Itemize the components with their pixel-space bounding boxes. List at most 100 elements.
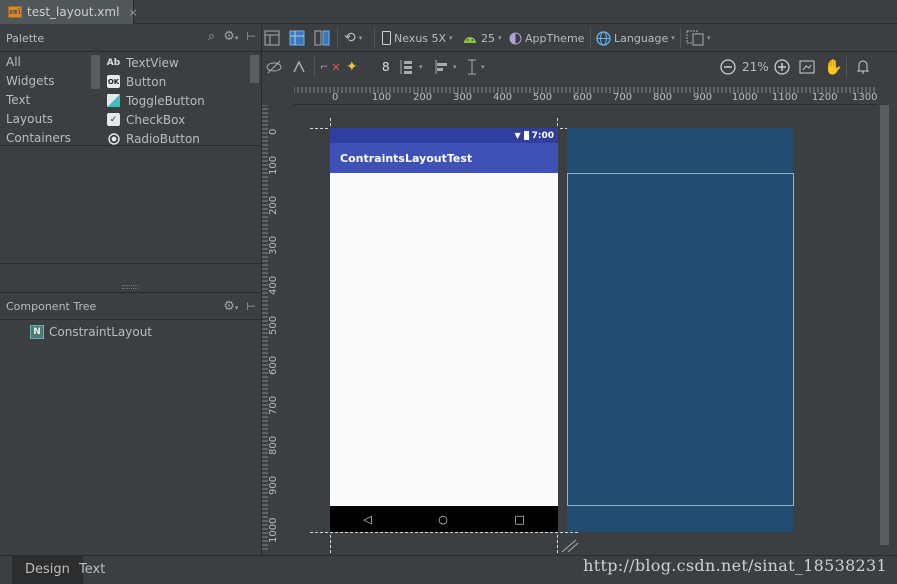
- pan-hand-button[interactable]: ✋: [824, 56, 843, 78]
- palette-item-label: CheckBox: [126, 112, 186, 127]
- both-views-icon[interactable]: [314, 27, 330, 49]
- orientation-icon[interactable]: ⟲ ▾: [344, 27, 362, 49]
- warnings-button[interactable]: [856, 56, 870, 78]
- palette-item-label: TextView: [126, 55, 179, 70]
- api-level-selector[interactable]: 25 ▾: [462, 27, 502, 49]
- app-bar: ContraintsLayoutTest: [330, 143, 558, 173]
- android-icon: [464, 37, 476, 43]
- canvas-guide-bottom: [310, 532, 578, 533]
- canvas-vertical-scrollbar[interactable]: [880, 105, 889, 545]
- palette-items: Ab TextView OK Button ToggleButton ✓ Che…: [104, 53, 254, 146]
- palette-item-togglebutton[interactable]: ToggleButton: [104, 91, 254, 110]
- palette-item-label: RadioButton: [126, 131, 200, 146]
- blueprint-view-icon[interactable]: [289, 27, 305, 49]
- search-icon[interactable]: ⌕: [208, 29, 215, 44]
- ruler-tick-label: 800: [268, 435, 279, 455]
- clear-constraints-icon[interactable]: ⌐ ✕: [320, 56, 341, 78]
- pin-panel-icon[interactable]: ⊢: [246, 30, 256, 43]
- hand-icon: ✋: [824, 58, 843, 76]
- ruler-tick-label: 200: [413, 92, 433, 103]
- palette-divider: [0, 145, 262, 146]
- pack-icon[interactable]: ▾: [400, 56, 423, 78]
- palette-item-button[interactable]: OK Button: [104, 72, 254, 91]
- device-label: Nexus 5X: [394, 31, 447, 45]
- file-tab-name: test_layout.xml: [27, 5, 120, 19]
- palette-item-checkbox[interactable]: ✓ CheckBox: [104, 110, 254, 129]
- textview-icon: Ab: [106, 57, 121, 68]
- palette-item-label: ToggleButton: [126, 93, 205, 108]
- home-icon: ○: [438, 512, 448, 526]
- ruler-tick-label: 1000: [732, 92, 758, 103]
- tree-item-constraintlayout[interactable]: N ConstraintLayout: [30, 322, 152, 342]
- ruler-tick-label: 1200: [812, 92, 838, 103]
- palette-category-all[interactable]: All: [0, 53, 100, 72]
- ruler-tick-label: 400: [493, 92, 513, 103]
- theme-icon: [509, 32, 522, 44]
- battery-icon: [523, 131, 529, 140]
- watermark-text: http://blog.csdn.net/sinat_18538231: [583, 556, 887, 575]
- ruler-tick-label: 200: [268, 195, 279, 215]
- status-time: 7:00: [531, 130, 554, 141]
- zoom-to-fit-button[interactable]: [799, 56, 815, 78]
- palette-item-textview[interactable]: Ab TextView: [104, 53, 254, 72]
- zoom-fit-icon: [799, 60, 815, 74]
- hide-constraints-icon[interactable]: [266, 56, 282, 78]
- file-tab[interactable]: xml test_layout.xml ×: [0, 0, 138, 24]
- component-tree-title: Component Tree: [6, 300, 97, 313]
- constraintlayout-icon: N: [30, 325, 44, 339]
- ruler-tick-label: 600: [268, 355, 279, 375]
- ruler-tick-label: 1300: [852, 92, 878, 103]
- ruler-tick-label: 300: [453, 92, 473, 103]
- theme-selector[interactable]: AppTheme: [509, 27, 584, 49]
- ruler-tick-label: 100: [268, 155, 279, 175]
- palette-category-widgets[interactable]: Widgets: [0, 72, 100, 91]
- palette-title: Palette: [6, 31, 45, 45]
- palette-categories: All Widgets Text Layouts Containers: [0, 53, 100, 145]
- blueprint-content-area: [567, 173, 794, 506]
- palette-header: Palette ⌕ ⚙▾ ⊢: [0, 25, 262, 52]
- ruler-tick-label: 600: [573, 92, 593, 103]
- zoom-label: 21%: [742, 60, 769, 74]
- language-selector[interactable]: Language ▾: [596, 27, 675, 49]
- layout-toolbar: ⟲ ▾ Nexus 5X ▾ 25 ▾ AppTheme Language ▾ ▾: [262, 25, 897, 52]
- phone-icon: [382, 31, 391, 45]
- infer-constraints-icon[interactable]: ✦: [346, 56, 358, 78]
- ruler-tick-label: 400: [268, 275, 279, 295]
- ruler-tick-label: 1100: [772, 92, 798, 103]
- ruler-tick-label: 100: [372, 92, 392, 103]
- design-view-icon[interactable]: [264, 27, 280, 49]
- device-selector[interactable]: Nexus 5X ▾: [382, 27, 453, 49]
- zoom-in-icon: [774, 59, 790, 75]
- ruler-tick-label: 700: [613, 92, 633, 103]
- ruler-tick-label: 0: [268, 128, 279, 135]
- palette-categories-scrollbar[interactable]: [91, 55, 100, 89]
- togglebutton-icon: [107, 94, 120, 107]
- ruler-tick-label: 1000: [268, 517, 279, 543]
- device-preview[interactable]: ▼ 7:00 ContraintsLayoutTest ◁ ○ □: [330, 128, 558, 532]
- gear-icon[interactable]: ⚙▾: [223, 299, 238, 314]
- ruler-tick-label: 800: [653, 92, 673, 103]
- resize-handle-icon[interactable]: [560, 538, 580, 554]
- zoom-level: 21%: [742, 56, 769, 78]
- default-margin-button[interactable]: 8: [382, 56, 390, 78]
- align-icon[interactable]: ▾: [434, 56, 457, 78]
- default-margin-label: 8: [382, 60, 390, 74]
- globe-icon: [596, 30, 611, 46]
- app-title: ContraintsLayoutTest: [340, 151, 473, 165]
- close-tab-icon[interactable]: ×: [128, 6, 137, 19]
- ruler-tick-label: 500: [268, 315, 279, 335]
- palette-category-text[interactable]: Text: [0, 91, 100, 110]
- tab-text[interactable]: Text: [67, 556, 117, 584]
- zoom-out-button[interactable]: [720, 56, 736, 78]
- vertical-ruler: 0 100 200 300 400 500 600 700 800 900 10…: [262, 105, 282, 553]
- autoconnect-icon[interactable]: [292, 56, 306, 78]
- zoom-in-button[interactable]: [774, 56, 790, 78]
- palette-category-layouts[interactable]: Layouts: [0, 110, 100, 129]
- layout-variants-icon[interactable]: ▾: [686, 27, 711, 49]
- pin-panel-icon[interactable]: ⊢: [246, 300, 256, 313]
- api-level-label: 25: [481, 31, 495, 45]
- palette-items-scrollbar[interactable]: [250, 55, 259, 83]
- gear-icon[interactable]: ⚙▾: [223, 29, 238, 44]
- splitter-grip-icon[interactable]: [122, 285, 138, 289]
- guidelines-icon[interactable]: ▾: [466, 56, 485, 78]
